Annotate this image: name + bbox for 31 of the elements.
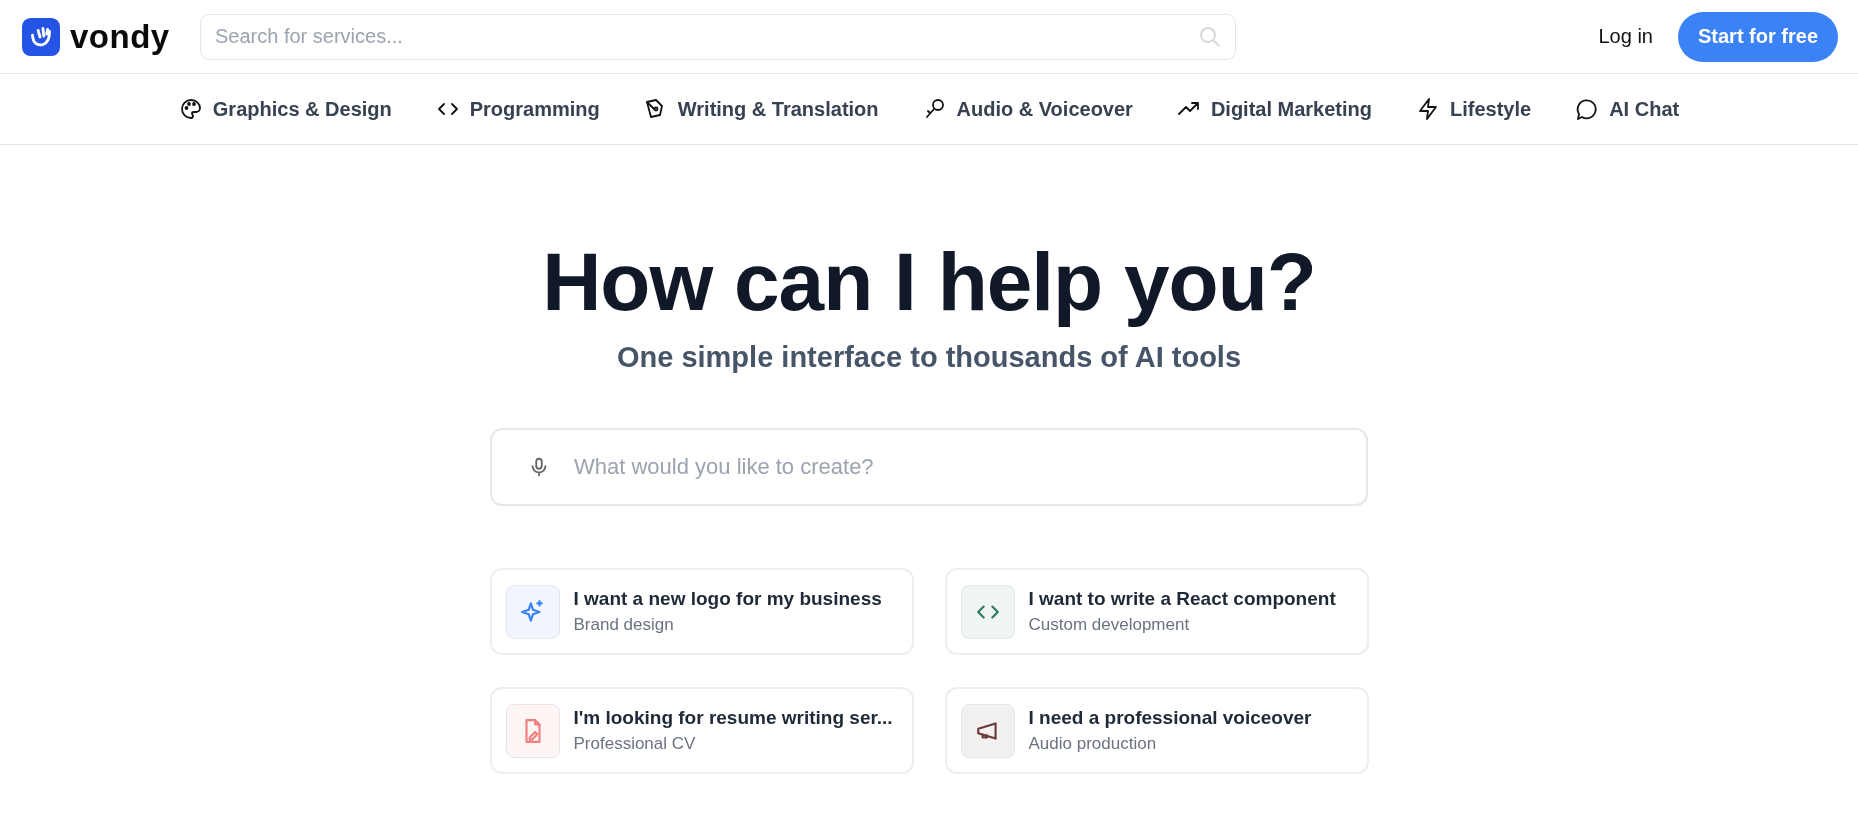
category-link[interactable]: Graphics & Design <box>178 97 392 121</box>
logo-wordmark[interactable]: vondy <box>70 17 170 56</box>
logo-icon <box>22 17 60 56</box>
bolt-icon <box>1416 97 1440 121</box>
hero-subtitle: One simple interface to thousands of AI tools <box>616 341 1242 375</box>
chat-icon <box>1575 97 1600 121</box>
prompt-field[interactable]: What would you like to create? <box>490 428 1368 507</box>
category-link[interactable]: Writing & Translation <box>643 97 879 121</box>
palette-icon <box>178 97 203 121</box>
suggestion-title: I'm looking for resume writing ser... <box>573 707 893 730</box>
sparkle-icon <box>519 598 546 625</box>
category-link[interactable]: Lifestyle <box>1416 97 1532 121</box>
suggestion-card[interactable]: I'm looking for resume writing ser... Professional CV <box>489 687 914 775</box>
category-link[interactable]: Digital Marketing <box>1176 97 1372 121</box>
login-link[interactable]: Log in <box>1598 25 1653 48</box>
start-button[interactable]: Start for free <box>1677 11 1838 62</box>
suggestion-subtitle: Professional CV <box>573 734 697 755</box>
suggestion-subtitle: Brand design <box>573 615 675 636</box>
suggestion-subtitle: Custom development <box>1028 615 1191 636</box>
suggestion-title: I need a professional voiceover <box>1028 707 1312 730</box>
category-link[interactable]: Audio & Voiceover <box>922 97 1133 121</box>
suggestion-title: I want to write a React component <box>1028 588 1336 611</box>
hero-title: How can I help you? <box>542 237 1316 328</box>
suggestion-card[interactable]: I want to write a React component Custom development <box>944 568 1369 656</box>
suggestion-card[interactable]: I need a professional voiceover Audio production <box>944 687 1369 775</box>
suggestion-subtitle: Audio production <box>1028 734 1158 755</box>
category-link[interactable]: Programming <box>435 97 600 121</box>
suggestion-title: I want a new logo for my business <box>573 588 882 611</box>
search-field[interactable]: Search for services... <box>200 13 1236 60</box>
suggestion-card[interactable]: I want a new logo for my business Brand design <box>489 568 914 656</box>
category-link[interactable]: AI Chat <box>1575 97 1680 121</box>
